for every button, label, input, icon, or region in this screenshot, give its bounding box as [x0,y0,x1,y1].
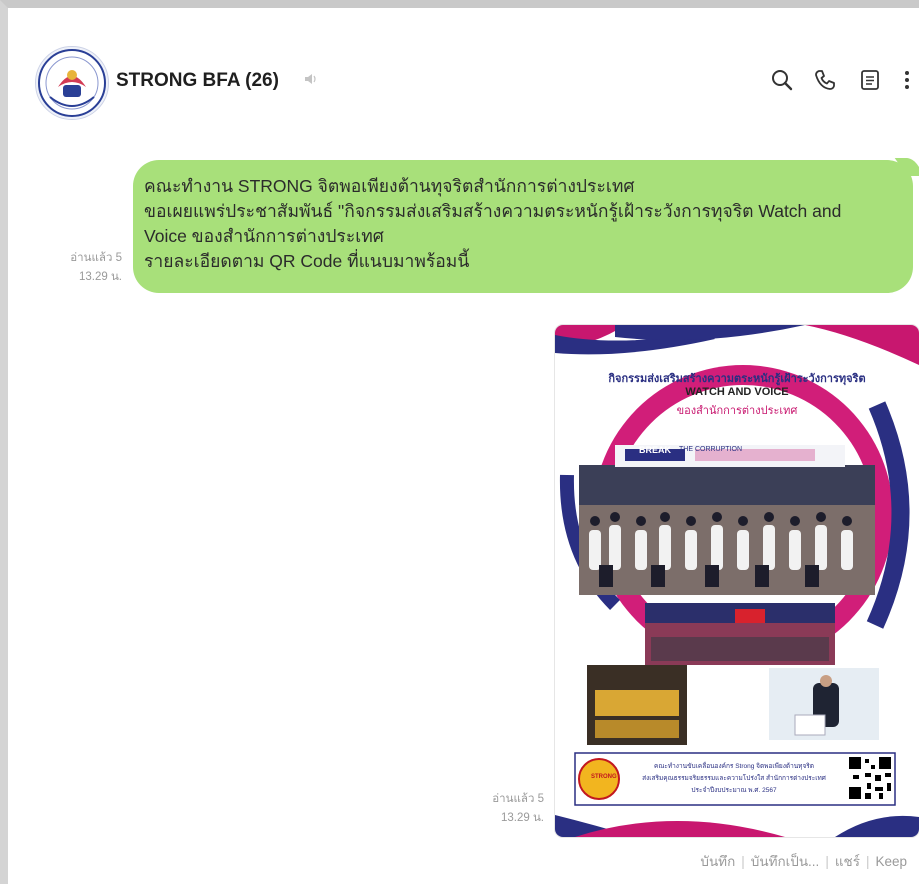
read-status: อ่านแล้ว 5 [70,252,122,264]
poster-title: กิจกรรมส่งเสริมสร้างความตระหนักรู้เฝ้าระ… [608,373,866,385]
save-as-link[interactable]: บันทึกเป็น... [751,854,820,869]
poster-footer-line: ส่งเสริมคุณธรรมจริยธรรมและความโปร่งใส สำ… [642,775,826,782]
message-line: คณะทำงาน STRONG จิตพอเพียงต้านทุจริตสำนั… [144,176,635,196]
share-link[interactable]: แชร์ [835,854,860,869]
mute-icon [305,74,316,84]
note-icon[interactable] [856,66,884,94]
chat-title: STRONG BFA (26) [116,70,279,91]
read-status: อ่านแล้ว 5 [492,793,544,805]
poster-image[interactable]: กิจกรรมส่งเสริมสร้างความตระหนักรู้เฝ้าระ… [555,325,919,837]
more-options-icon[interactable] [897,66,917,94]
group-avatar[interactable] [35,46,109,120]
org-logo-icon [38,49,106,117]
message-meta: อ่านแล้ว 5 13.29 น. [38,249,122,287]
poster-break-text: BREAK [639,445,672,455]
search-icon[interactable] [768,66,796,94]
message-line: ขอเผยแพร่ประชาสัมพันธ์ "กิจกรรมส่งเสริมส… [144,201,842,221]
poster-break-sub: THE CORRUPTION [679,446,742,453]
call-icon[interactable] [811,66,839,94]
message-time: 13.29 น. [78,271,122,283]
message-bubble[interactable]: คณะทำงาน STRONG จิตพอเพียงต้านทุจริตสำนั… [133,158,919,293]
message-line: รายละเอียดตาม QR Code ที่แนบมาพร้อมนี้ [144,251,470,271]
poster-subtitle: WATCH AND VOICE [685,386,789,398]
save-link[interactable]: บันทึก [700,854,735,869]
image-actions: บันทึก | บันทึกเป็น... | แชร์ | Keep [700,854,907,869]
chat-window: STRONG BFA (26) อ่านแล้ว 5 13.29 น. คณะท… [0,0,919,884]
poster-subtitle-2: ของสำนักการต่างประเทศ [676,405,798,417]
chat-header: STRONG BFA (26) [16,16,919,136]
keep-link[interactable]: Keep [875,854,907,869]
message-line: Voice ของสำนักการต่างประเทศ [144,226,384,246]
poster-footer-line: คณะทำงานขับเคลื่อนองค์กร Strong จิตพอเพี… [654,763,814,770]
message-meta: อ่านแล้ว 5 13.29 น. [460,790,544,828]
strong-badge: STRONG [591,774,617,780]
message-time: 13.29 น. [500,812,544,824]
poster-footer-line: ประจำปีงบประมาณ พ.ศ. 2567 [691,787,777,794]
